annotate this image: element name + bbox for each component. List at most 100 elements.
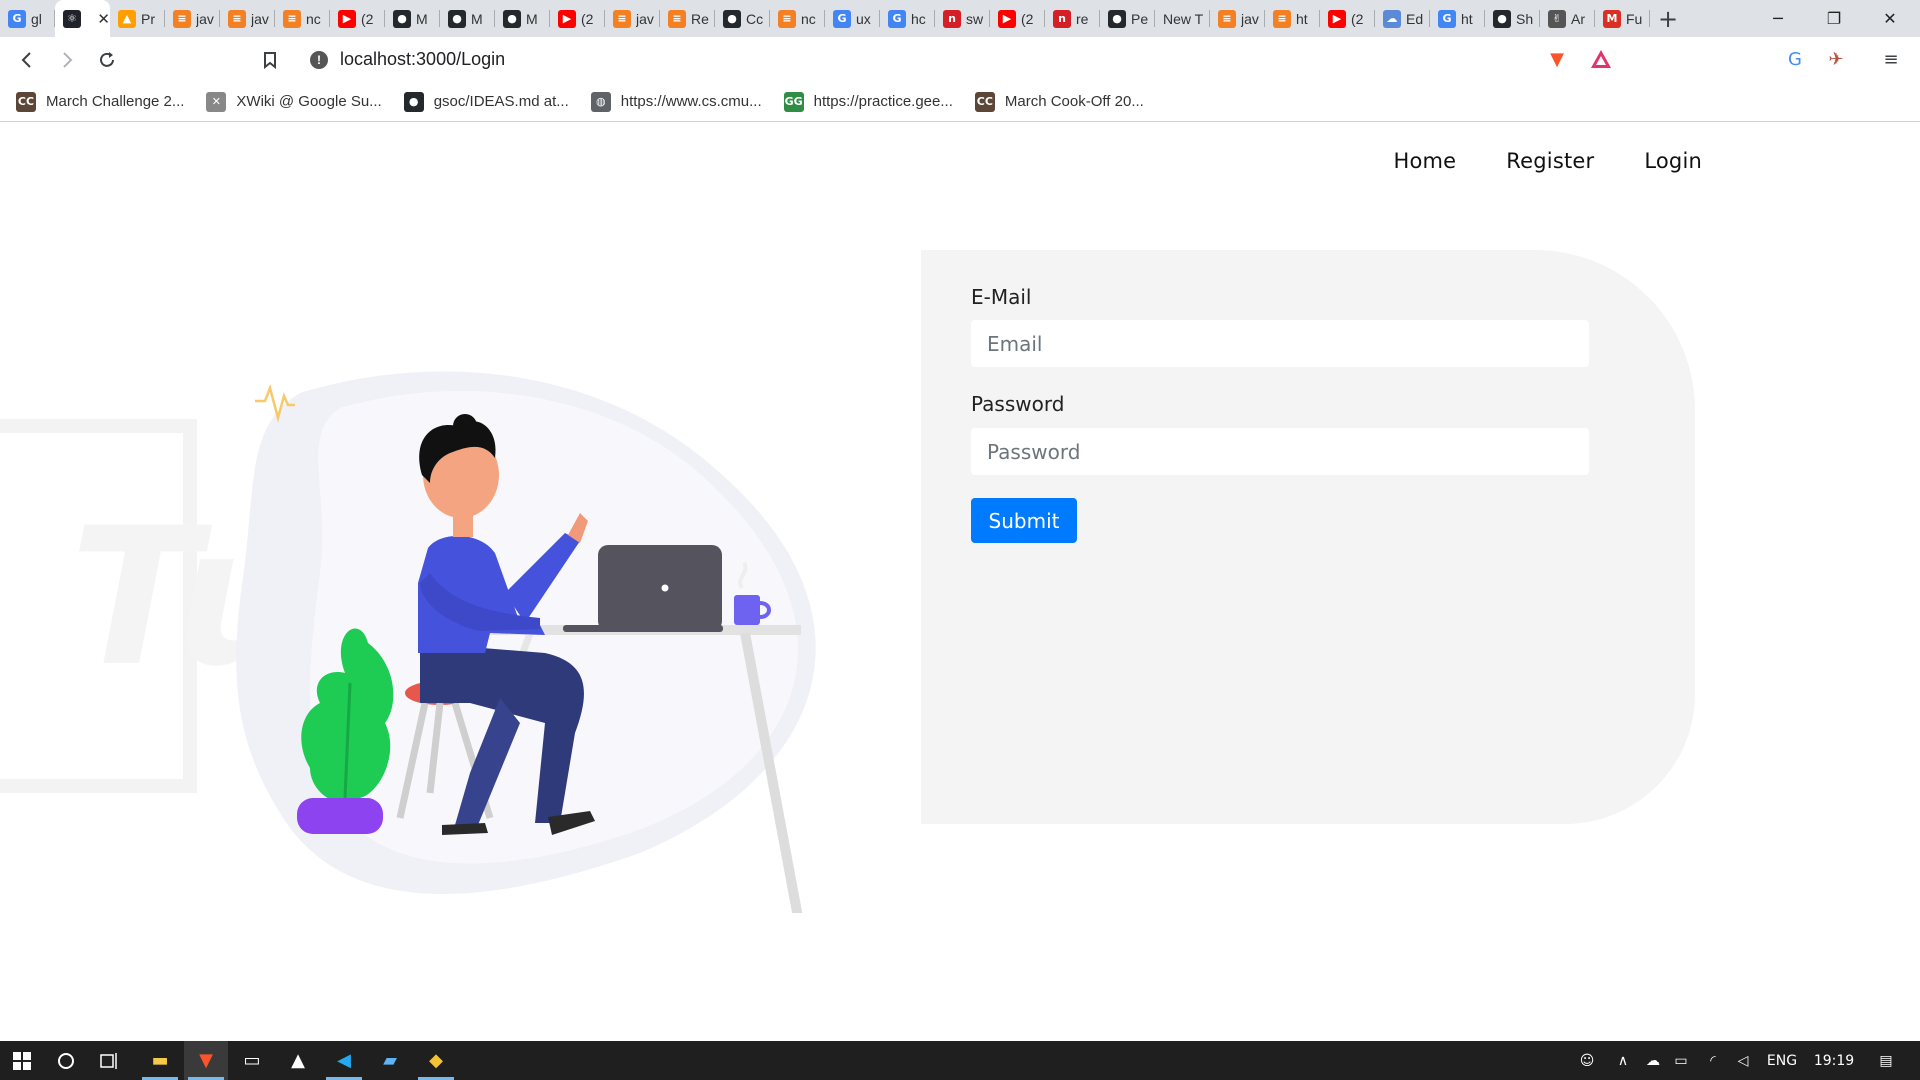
browser-tab[interactable]: ≡ Re <box>660 0 715 37</box>
browser-tab[interactable]: Ghc <box>880 0 935 37</box>
browser-tab[interactable]: ▲ Pr <box>110 0 165 37</box>
browser-tab[interactable]: ≡ ht <box>1265 0 1320 37</box>
tab-title: M <box>471 10 483 27</box>
onedrive-icon[interactable]: ☁ <box>1640 1041 1666 1080</box>
browser-tab[interactable]: ≡ nc <box>770 0 825 37</box>
language-indicator[interactable]: ENG <box>1762 1041 1802 1080</box>
git-app[interactable]: ◆ <box>414 1041 458 1080</box>
chevron-up-icon[interactable]: ∧ <box>1610 1041 1636 1080</box>
github-icon: ● <box>403 91 424 112</box>
browser-tab[interactable]: n sw <box>935 0 990 37</box>
bookmark-button[interactable] <box>255 45 285 75</box>
close-window-button[interactable]: ✕ <box>1862 0 1918 37</box>
terminal-app[interactable]: ▭ <box>230 1041 274 1080</box>
browser-tab[interactable]: ● M <box>385 0 440 37</box>
web-page: Home Register Login Tu E-Mail Email Pass… <box>0 123 1920 1041</box>
menu-icon[interactable]: ≡ <box>1878 46 1904 72</box>
browser-tab[interactable]: ● M <box>440 0 495 37</box>
browser-tab[interactable]: ≡ jav <box>605 0 660 37</box>
browser-tab[interactable]: New T <box>1155 0 1210 37</box>
volume-icon[interactable]: ◁ <box>1730 1041 1756 1080</box>
email-field[interactable] <box>971 320 1589 367</box>
browser-tab[interactable]: ≡ jav <box>1210 0 1265 37</box>
browser-tab[interactable]: ⚛ ✕ <box>55 0 110 37</box>
notifications-icon[interactable]: ▤ <box>1866 1041 1906 1080</box>
browser-tab[interactable]: Gux <box>825 0 880 37</box>
cloud-icon: ☁ <box>1383 9 1401 28</box>
browser-tab[interactable]: ▶ (2 <box>1320 0 1375 37</box>
tab-title: New T <box>1163 10 1203 27</box>
stackoverflow-icon: ≡ <box>228 9 246 28</box>
brave-rewards-icon[interactable] <box>1588 46 1614 72</box>
git-icon: ◆ <box>429 1050 443 1071</box>
forward-button[interactable] <box>52 45 82 75</box>
search-button[interactable] <box>44 1041 88 1080</box>
nav-register-link[interactable]: Register <box>1506 149 1594 173</box>
tab-title: hc <box>911 10 926 27</box>
bookmark-item[interactable]: CC March Cook-Off 20... <box>974 91 1144 112</box>
tab-title: Pe <box>1131 10 1149 27</box>
browser-tab[interactable]: ≡ jav <box>165 0 220 37</box>
laptop-logo-shape <box>661 584 669 592</box>
login-form-panel: E-Mail Password Submit <box>921 250 1695 824</box>
brave-shield-icon[interactable]: ▼ <box>1544 46 1570 72</box>
browser-tab[interactable]: ● Pe <box>1100 0 1155 37</box>
file-explorer-app[interactable]: ▬ <box>138 1041 182 1080</box>
github-icon: ● <box>723 9 741 28</box>
globe-icon: ◍ <box>590 91 611 112</box>
google-icon: G <box>1438 9 1456 28</box>
bookmark-item[interactable]: ◍ https://www.cs.cmu... <box>590 91 762 112</box>
tab-title: sw <box>966 10 984 27</box>
nav-home-link[interactable]: Home <box>1393 149 1456 173</box>
codechef-icon: CC <box>16 91 36 112</box>
people-icon[interactable]: ☺ <box>1572 1041 1602 1080</box>
browser-tab[interactable]: ● Sh <box>1485 0 1540 37</box>
browser-tab[interactable]: Ght <box>1430 0 1485 37</box>
browser-tab[interactable]: ≡ nc <box>275 0 330 37</box>
brave-browser-app[interactable]: ▼ <box>184 1041 228 1080</box>
browser-tab[interactable]: M Fu <box>1595 0 1650 37</box>
browser-tab[interactable]: ☁ Ed <box>1375 0 1430 37</box>
minimize-button[interactable]: ─ <box>1750 0 1806 37</box>
browser-tab[interactable]: ≡ jav <box>220 0 275 37</box>
bookmark-icon <box>264 52 276 69</box>
wifi-icon[interactable]: ◜ <box>1700 1041 1726 1080</box>
browser-tab[interactable]: ● Cc <box>715 0 770 37</box>
browser-tab[interactable]: n re <box>1045 0 1100 37</box>
translate-extension-icon[interactable]: G <box>1782 46 1808 72</box>
bookmark-item[interactable]: CC March Challenge 2... <box>16 91 184 112</box>
browser-tab[interactable]: ▶ (2 <box>550 0 605 37</box>
back-button[interactable] <box>12 45 42 75</box>
start-button[interactable] <box>0 1041 44 1080</box>
browser-tab[interactable]: ● M <box>495 0 550 37</box>
password-field[interactable] <box>971 428 1589 475</box>
nav-login-link[interactable]: Login <box>1644 149 1702 173</box>
submit-button[interactable]: Submit <box>971 498 1077 543</box>
bookmark-item[interactable]: ✕ XWiki @ Google Su... <box>206 91 382 112</box>
browser-tab[interactable]: Ggl <box>0 0 55 37</box>
brave-icon: ▼ <box>199 1050 213 1071</box>
email-label: E-Mail <box>971 285 1032 309</box>
pdf-extension-icon[interactable]: ✈ <box>1823 46 1849 72</box>
bookmark-item[interactable]: GG https://practice.gee... <box>783 91 953 112</box>
browser-tab[interactable]: ✌ Ar <box>1540 0 1595 37</box>
new-tab-button[interactable]: + <box>1650 0 1686 37</box>
bookmark-item[interactable]: ● gsoc/IDEAS.md at... <box>403 91 569 112</box>
restore-button[interactable]: ❐ <box>1806 0 1862 37</box>
close-tab-icon[interactable]: ✕ <box>97 10 110 28</box>
info-icon[interactable]: ! <box>310 50 328 69</box>
stackoverflow-icon: ≡ <box>778 9 796 28</box>
address-bar[interactable]: ! localhost:3000/Login <box>298 42 1624 77</box>
vscode-app[interactable]: ◀ <box>322 1041 366 1080</box>
browser-tab[interactable]: ▶ (2 <box>990 0 1045 37</box>
clock[interactable]: 19:19 <box>1808 1041 1860 1080</box>
task-view-button[interactable] <box>88 1041 132 1080</box>
folder-icon: ▬ <box>151 1050 169 1071</box>
reload-button[interactable] <box>92 45 122 75</box>
url-text[interactable]: localhost:3000/Login <box>340 49 505 70</box>
react-icon: ⚛ <box>63 9 81 28</box>
photos-app[interactable]: ▲ <box>276 1041 320 1080</box>
battery-icon[interactable]: ▭ <box>1668 1041 1694 1080</box>
browser-tab[interactable]: ▶ (2 <box>330 0 385 37</box>
app-window-app[interactable]: ▰ <box>368 1041 412 1080</box>
